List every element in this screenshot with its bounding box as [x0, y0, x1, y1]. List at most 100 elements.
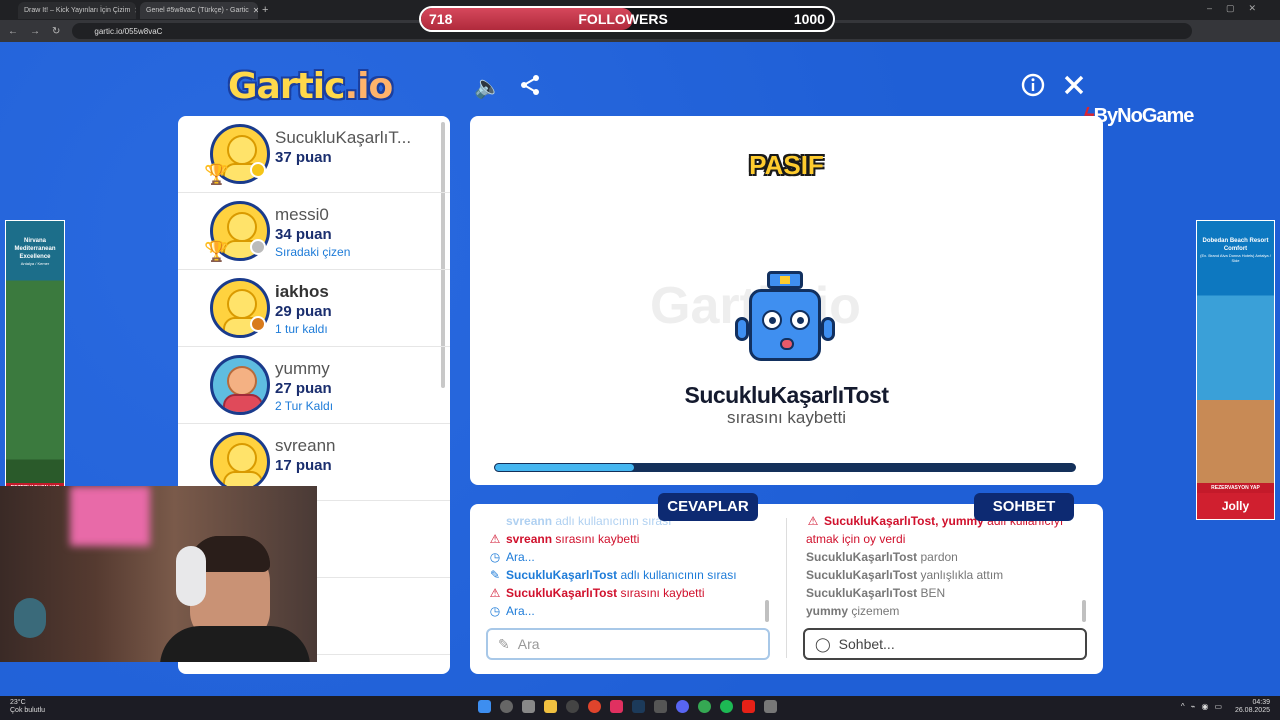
followers-current: 718	[429, 11, 453, 27]
back-icon[interactable]: ←	[8, 26, 18, 37]
sad-mascot-icon	[735, 271, 835, 366]
tab-label: Draw It! – Kick Yayınları İçin Çizim	[24, 6, 131, 14]
player-row[interactable]: 🏆 messi0 34 puan Sıradaki çizen	[178, 193, 450, 270]
weather-widget[interactable]: 23°C Çok bulutlu	[10, 699, 45, 715]
drawing-canvas[interactable]: PASIF Gartic.io SucukluKaşarlıTost sıras…	[470, 116, 1103, 485]
warning-icon: ⚠	[807, 514, 819, 528]
followers-goal-bar: 718 FOLLOWERS 1000	[419, 6, 835, 32]
rank-medal-icon	[250, 239, 266, 255]
chat-log: ⚠ SucukluKaşarlıTost, yummy adlı kullanıc…	[806, 512, 1096, 620]
warning-icon: ⚠	[489, 532, 501, 546]
answers-log: svreann adlı kullanıcının sırası ⚠ svreann…	[488, 512, 778, 620]
browser-tab-gartic[interactable]: Genel #5w8vaC (Türkçe) - Gartic ✕	[140, 1, 258, 19]
player-name: SucukluKaşarlıT...	[275, 128, 412, 147]
browser-tab-drawit[interactable]: Draw It! – Kick Yayınları İçin Çizim ✕	[18, 1, 136, 19]
forward-icon[interactable]: →	[30, 26, 40, 37]
chat-scrollbar[interactable]	[1082, 600, 1086, 622]
task-view-icon[interactable]	[522, 700, 535, 713]
taskbar-apps	[478, 700, 777, 713]
file-explorer-icon[interactable]	[544, 700, 557, 713]
chat-message: yummy çizemem	[806, 604, 900, 618]
webcam-overlay	[0, 486, 317, 662]
chat-message: SucukluKaşarlıTost pardon	[806, 550, 958, 564]
player-avatar	[210, 355, 270, 415]
player-name: yummy	[275, 359, 330, 378]
answer-placeholder: Ara	[517, 636, 540, 652]
player-name: messi0	[275, 205, 329, 224]
divider	[786, 518, 787, 658]
app-icon[interactable]	[610, 700, 623, 713]
player-name: svreann	[275, 436, 336, 455]
tab-chat[interactable]: SOHBET	[974, 493, 1074, 521]
window-controls[interactable]: –▢✕	[1207, 3, 1270, 14]
spotify-icon[interactable]	[720, 700, 733, 713]
gartic-logo[interactable]: Gartic.io	[228, 66, 393, 107]
trophy-icon: 🏆	[204, 164, 229, 186]
warning-icon: ⚠	[489, 586, 501, 600]
ad-banner-right[interactable]: Dobedan Beach Resort Comfort (Ex. Brand …	[1196, 220, 1275, 520]
speaker-icon[interactable]: 🔈	[474, 73, 502, 101]
tab-close-icon[interactable]: ✕	[253, 6, 258, 15]
answers-chat-panel: svreann adlı kullanıcının sırası ⚠ svreann…	[470, 504, 1103, 674]
chrome-icon[interactable]	[698, 700, 711, 713]
ad-brand: Jolly	[1221, 499, 1250, 513]
clock[interactable]: 04:39 26.08.2025	[1235, 699, 1270, 715]
obs-icon[interactable]	[566, 700, 579, 713]
penguin-figure	[14, 598, 46, 638]
answer-message: ◷ Ara...	[489, 604, 535, 618]
followers-label: FOLLOWERS	[578, 11, 668, 27]
answers-scrollbar[interactable]	[765, 600, 769, 622]
followers-goal: 1000	[793, 11, 825, 27]
reload-icon[interactable]: ↻	[52, 26, 60, 37]
app-icon[interactable]	[764, 700, 777, 713]
search-icon[interactable]	[500, 700, 513, 713]
close-icon[interactable]	[1060, 73, 1088, 101]
answer-message: ◷ Ara...	[489, 550, 535, 564]
app-icon[interactable]	[654, 700, 667, 713]
player-status: 1 tur kaldı	[275, 322, 328, 336]
clock-icon: ◷	[489, 604, 501, 618]
system-tray[interactable]: ^⌁◉▭	[1181, 702, 1228, 711]
timer-fill	[495, 464, 635, 471]
player-score: 34 puan	[275, 226, 332, 243]
answer-input[interactable]: ✎ Ara	[486, 628, 770, 660]
player-name: iakhos	[275, 282, 329, 301]
chat-input[interactable]: ◯ Sohbet...	[803, 628, 1087, 660]
lost-message: sırasını kaybetti	[726, 408, 847, 427]
rank-medal-icon	[250, 316, 266, 332]
player-row[interactable]: 🏆 SucukluKaşarlıT... 37 puan	[178, 116, 450, 193]
answer-message: ⚠ svreann sırasını kaybetti	[489, 532, 640, 546]
chat-bubble-icon: ◯	[815, 635, 831, 652]
pencil-icon: ✎	[489, 568, 501, 582]
tab-label: Genel #5w8vaC (Türkçe) - Gartic	[146, 6, 249, 14]
player-row[interactable]: iakhos 29 puan 1 tur kaldı	[178, 270, 450, 347]
player-row[interactable]: yummy 27 puan 2 Tur Kaldı	[178, 347, 450, 424]
player-status: 2 Tur Kaldı	[275, 399, 334, 413]
new-tab-icon[interactable]: +	[262, 4, 268, 16]
ad-cta-button[interactable]: REZERVASYON YAP	[1197, 483, 1274, 493]
lost-player-name: SucukluKaşarlıTost	[684, 382, 889, 408]
chat-message: atmak için oy verdi	[806, 532, 906, 546]
trophy-icon: 🏆	[204, 241, 229, 263]
player-score: 27 puan	[275, 380, 332, 397]
taskbar: 23°C Çok bulutlu ^⌁◉▭ 04:39 26.08.2025	[0, 696, 1280, 720]
chrome-icon[interactable]	[588, 700, 601, 713]
player-score: 29 puan	[275, 303, 332, 320]
youtube-icon[interactable]	[742, 700, 755, 713]
answer-message: ⚠ SucukluKaşarlıTost sırasını kaybetti	[489, 586, 705, 600]
player-score: 37 puan	[275, 149, 332, 166]
start-icon[interactable]	[478, 700, 491, 713]
state-label: PASIF	[749, 150, 824, 180]
round-timer-bar	[494, 463, 1076, 472]
chat-message: SucukluKaşarlıTost yanlışlıkla attım	[806, 568, 1004, 582]
share-icon[interactable]	[516, 73, 544, 101]
pencil-icon: ✎	[498, 635, 510, 652]
info-icon[interactable]	[1019, 73, 1047, 101]
player-status: Sıradaki çizen	[275, 245, 351, 259]
rank-medal-icon	[250, 162, 266, 178]
ad-banner-left[interactable]: Nirvana Mediterranean Excellence Antalya…	[5, 220, 65, 520]
tab-close-icon[interactable]: ✕	[134, 6, 136, 15]
steam-icon[interactable]	[632, 700, 645, 713]
discord-icon[interactable]	[676, 700, 689, 713]
tab-answers[interactable]: CEVAPLAR	[658, 493, 758, 521]
